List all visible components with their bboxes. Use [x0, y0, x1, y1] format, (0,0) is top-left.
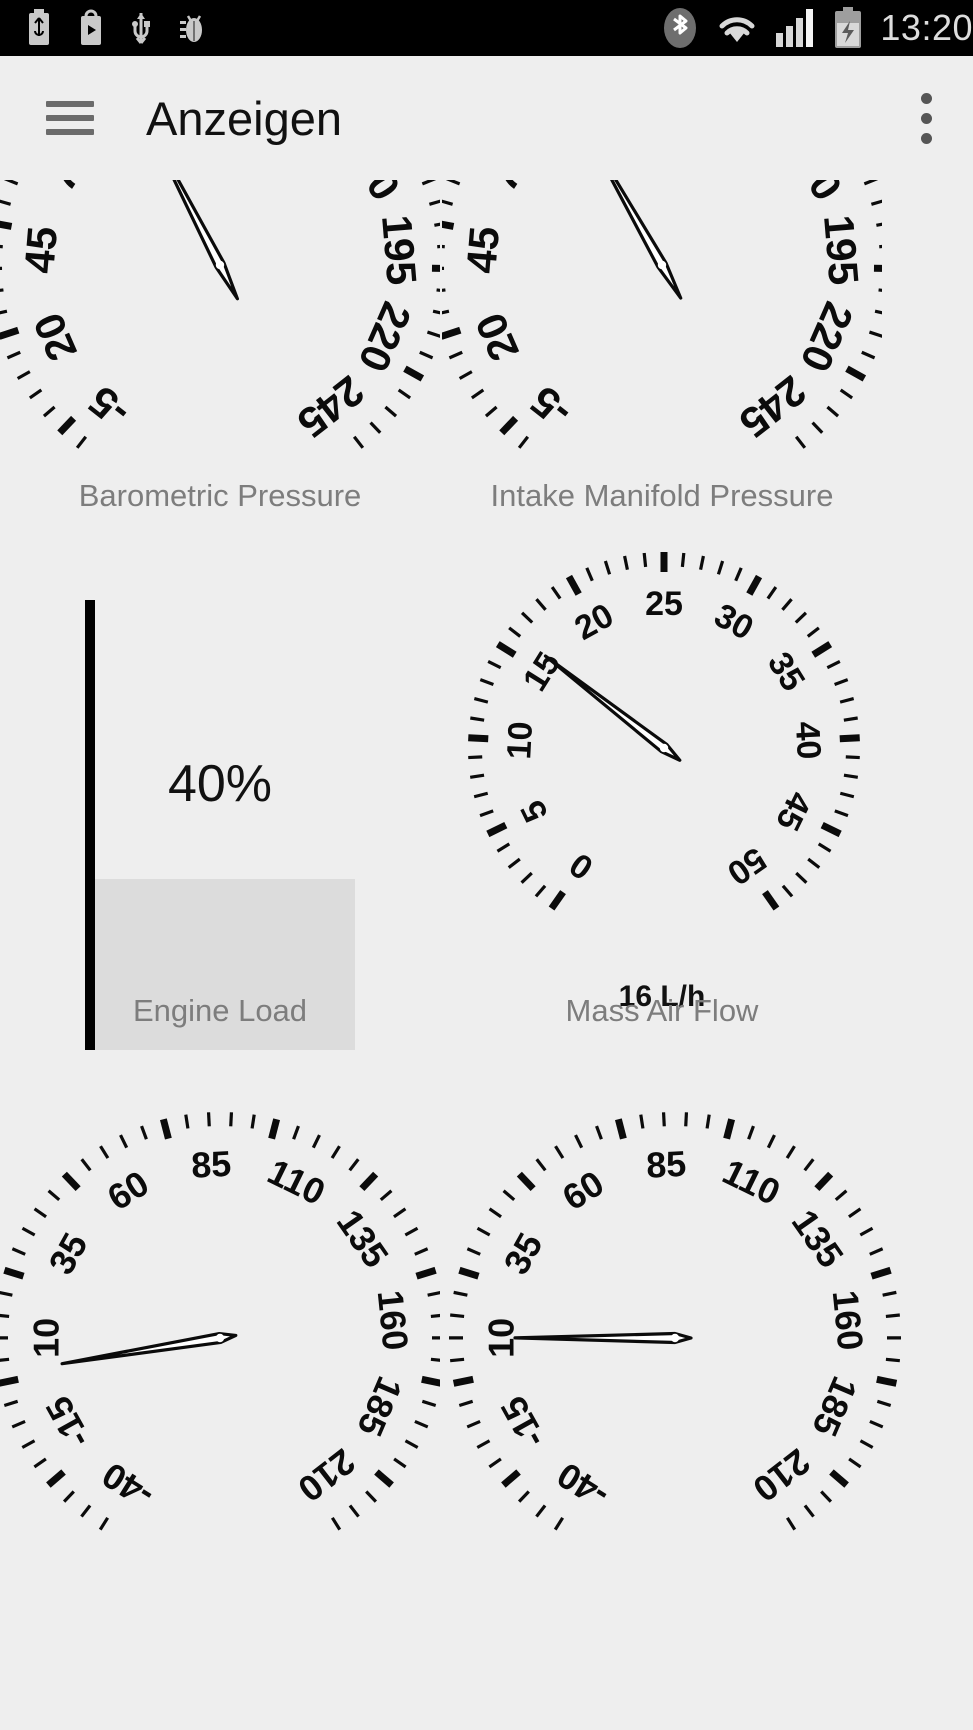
svg-text:0: 0 [563, 845, 600, 887]
svg-text:110: 110 [261, 1151, 331, 1213]
dial-needle [172, 180, 240, 301]
svg-text:60: 60 [100, 1162, 156, 1218]
svg-text:25: 25 [645, 585, 683, 623]
gauge-cell-air-intake-temperature[interactable]: -40-1510356085110135160185210 2 C Air In… [0, 1055, 440, 1730]
debug-bug-icon [178, 9, 206, 47]
svg-text:85: 85 [645, 1143, 687, 1186]
battery-charging-icon [832, 7, 864, 49]
svg-text:245: 245 [289, 367, 373, 447]
overflow-menu-icon[interactable] [921, 92, 933, 144]
svg-text:85: 85 [190, 1143, 232, 1186]
svg-text:45: 45 [768, 786, 819, 837]
svg-text:70: 70 [37, 180, 102, 199]
svg-text:160: 160 [370, 1288, 417, 1352]
play-store-package-icon [78, 9, 104, 47]
dial-needle [610, 180, 683, 300]
svg-text:245: 245 [731, 367, 815, 447]
dial-needle [513, 1331, 693, 1345]
dial-needle [543, 654, 682, 762]
svg-text:35: 35 [40, 1226, 95, 1281]
gauge-label-engine-load: Engine Load [132, 993, 308, 1028]
intake-manifold-pressure-dial-svg: -520457095120145170195220245 [442, 180, 882, 449]
svg-text:110: 110 [716, 1151, 786, 1213]
barometric-pressure-dial-svg: -520457095120145170195220245 [0, 180, 440, 449]
dial-number-labels: -520457095120145170195220245 [15, 180, 425, 447]
svg-text:30: 30 [708, 596, 760, 648]
svg-text:-5: -5 [522, 377, 580, 437]
page-title: Anzeigen [146, 91, 342, 145]
svg-text:-40: -40 [550, 1454, 616, 1516]
gauge-cell-barometric-pressure[interactable]: -520457095120145170195220245 96 kPa Baro… [0, 180, 440, 535]
svg-text:195: 195 [815, 213, 868, 287]
dial-number-labels: 05 10 1520 25 3035 40 4550 [500, 585, 828, 892]
dial-gauge-mass-air-flow: 0 5 10 15 20 25 30 35 40 45 50 [440, 540, 973, 1050]
svg-text:-40: -40 [95, 1454, 161, 1516]
gauge-cell-engine-load[interactable]: 40% Engine Load [0, 540, 440, 1050]
usb-charging-icon [26, 9, 52, 47]
dial-needle [60, 1331, 238, 1366]
dial-gauge-air-intake-temperature: -40 -15 10 35 60 85 110 135 160 185 210 [0, 1055, 440, 1730]
bar-gauge-axis [85, 600, 95, 1050]
usb-icon [130, 9, 152, 47]
svg-text:210: 210 [745, 1441, 818, 1510]
svg-text:135: 135 [329, 1202, 397, 1275]
svg-text:50: 50 [720, 840, 773, 893]
svg-text:10: 10 [25, 1318, 66, 1358]
svg-text:10: 10 [500, 721, 540, 761]
engine-coolant-temperature-dial-svg: -40-15103560 85 110135160185210 [448, 1112, 902, 1531]
mass-air-flow-dial-svg: 05 10 1520 25 3035 40 4550 [468, 552, 860, 911]
android-status-bar: 13:20 [0, 0, 973, 56]
svg-text:20: 20 [24, 306, 86, 368]
bluetooth-icon [660, 6, 700, 50]
gauge-cell-engine-coolant-temperature[interactable]: -40-1510356085110135160185210 10 C Engin… [440, 1055, 973, 1730]
svg-text:20: 20 [568, 596, 620, 648]
gauge-value-engine-load: 40% [167, 755, 273, 813]
svg-text:60: 60 [555, 1162, 611, 1218]
svg-text:-5: -5 [80, 377, 138, 437]
gauge-cell-mass-air-flow[interactable]: 0 5 10 15 20 25 30 35 40 45 50 16 L/h Mass Air Flo… [440, 540, 973, 1050]
dial-number-labels: -40-15103560 85 110135160185210 [480, 1143, 871, 1517]
gauge-label-intake-manifold-pressure: Intake Manifold Pressure [490, 478, 834, 513]
status-bar-right-icons [660, 6, 880, 50]
svg-text:210: 210 [290, 1441, 363, 1510]
dial-gauge-engine-coolant-temperature: -40 -15 10 35 60 85 110 135 160 185 210 [440, 1055, 973, 1730]
dial-number-labels: -40-15 10 3560 85 110135 160 185210 [25, 1143, 416, 1517]
air-intake-temperature-dial-svg: -40-15 10 3560 85 110135 160 185210 [0, 1112, 440, 1531]
svg-text:170: 170 [332, 180, 410, 209]
svg-text:5: 5 [513, 794, 555, 828]
svg-text:45: 45 [457, 225, 508, 275]
svg-text:35: 35 [495, 1226, 550, 1281]
svg-text:220: 220 [791, 296, 862, 379]
gauge-label-mass-air-flow: Mass Air Flow [565, 993, 759, 1028]
svg-text:70: 70 [479, 180, 544, 199]
svg-text:20: 20 [466, 306, 528, 368]
status-bar-clock: 13:20 [880, 7, 973, 48]
hamburger-menu-icon[interactable] [46, 101, 94, 135]
svg-text:185: 185 [349, 1371, 410, 1442]
svg-text:45: 45 [15, 225, 66, 275]
app-bar: Anzeigen [0, 56, 973, 180]
gauge-cell-intake-manifold-pressure[interactable]: -520457095120145170195220245 94 kPa Inta… [440, 180, 973, 535]
cell-signal-icon [774, 7, 818, 49]
svg-text:170: 170 [774, 180, 852, 209]
bar-gauge-engine-load: 40% [85, 600, 355, 1050]
svg-text:195: 195 [373, 213, 426, 287]
svg-text:220: 220 [349, 296, 420, 379]
svg-text:15: 15 [516, 646, 568, 698]
svg-text:40: 40 [788, 721, 828, 761]
wifi-icon [714, 8, 760, 48]
status-bar-left-icons [0, 9, 206, 47]
svg-text:135: 135 [784, 1202, 852, 1275]
gauge-label-barometric-pressure: Barometric Pressure [78, 478, 362, 513]
dial-number-labels: -520457095120145170195220245 [457, 180, 867, 447]
svg-text:-15: -15 [492, 1390, 553, 1455]
svg-text:160: 160 [825, 1288, 872, 1352]
svg-text:-15: -15 [37, 1390, 98, 1455]
svg-text:35: 35 [760, 646, 812, 698]
svg-text:185: 185 [804, 1371, 865, 1442]
